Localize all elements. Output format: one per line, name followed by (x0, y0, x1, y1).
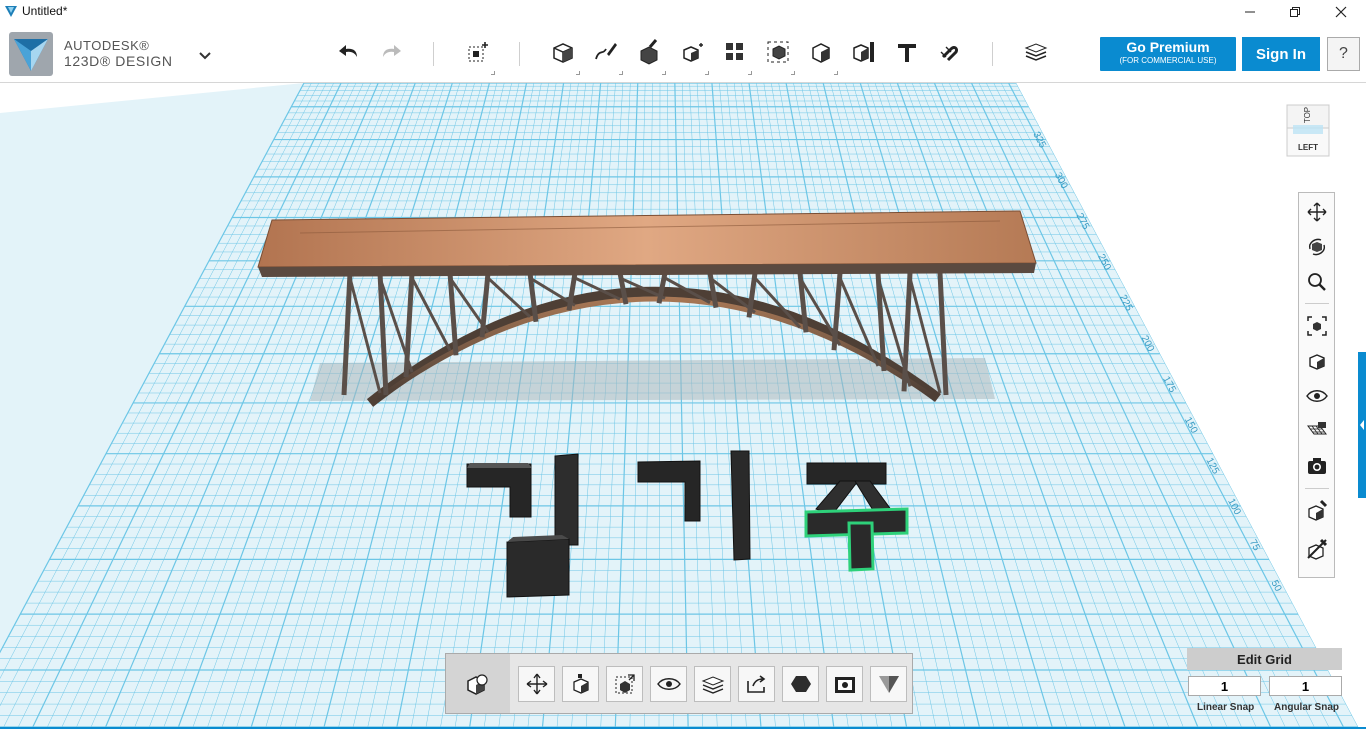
combine-button[interactable] (761, 35, 795, 75)
pattern-button[interactable] (675, 35, 709, 75)
toolbar-divider (519, 42, 520, 66)
selection-menu-button[interactable] (446, 654, 510, 713)
smart-scale-icon[interactable] (562, 666, 599, 702)
help-button[interactable]: ? (1327, 37, 1360, 71)
linear-snap-label: Linear Snap (1197, 702, 1255, 713)
view-cube[interactable]: TOP LEFT (1283, 100, 1333, 162)
scale-icon[interactable] (606, 666, 643, 702)
camera-icon[interactable] (1304, 453, 1330, 479)
go-premium-button[interactable]: Go Premium (FOR COMMERCIAL USE) (1100, 37, 1236, 71)
redo-button[interactable] (374, 35, 408, 69)
undo-button[interactable] (332, 35, 366, 69)
scene-canvas[interactable]: 5075100125150175200225250275300325 (0, 83, 1366, 727)
side-panel-toggle[interactable] (1358, 352, 1366, 498)
brand-line-1: AUTODESK® (64, 38, 150, 53)
grid-panel: Edit Grid Linear Snap Angular Snap (1187, 648, 1342, 716)
meshmixer-icon[interactable] (870, 666, 907, 702)
restore-icon[interactable] (1272, 0, 1318, 23)
grid-view-icon[interactable] (1304, 417, 1330, 443)
navigation-bar (1298, 192, 1335, 578)
material-layers-icon[interactable] (694, 666, 731, 702)
sign-in-button[interactable]: Sign In (1242, 37, 1320, 71)
move-icon[interactable] (518, 666, 555, 702)
magnet-button[interactable] (933, 35, 967, 69)
app-icon (4, 4, 18, 23)
minimize-icon[interactable] (1227, 0, 1273, 23)
context-toolbar (445, 653, 913, 714)
edit-grid-button[interactable]: Edit Grid (1187, 648, 1342, 670)
materials-button[interactable] (1019, 35, 1053, 69)
export-icon[interactable] (738, 666, 775, 702)
sketch-button[interactable] (546, 35, 580, 75)
brand-line-2: 123D® DESIGN (64, 53, 173, 69)
views-icon[interactable] (1304, 348, 1330, 374)
grouping-button[interactable] (718, 35, 752, 75)
fit-view-icon[interactable] (1304, 313, 1330, 339)
angular-snap-input[interactable] (1269, 676, 1342, 696)
modify-button[interactable] (632, 35, 666, 75)
3d-viewport[interactable]: 50 75 100 125 150 175 200 225 250 275 300 325 (0, 83, 1366, 727)
construct-button[interactable] (589, 35, 623, 75)
premium-label: Go Premium (1126, 39, 1210, 55)
snapshot-icon[interactable] (826, 666, 863, 702)
primitives-button[interactable] (461, 35, 495, 75)
main-toolbar: AUTODESK® 123D® DESIGN Go Premium (FOR C… (0, 23, 1366, 83)
premium-sublabel: (FOR COMMERCIAL USE) (1119, 56, 1217, 65)
visibility-icon[interactable] (1304, 383, 1330, 409)
chevron-down-icon[interactable] (198, 48, 212, 66)
snap-button[interactable] (847, 35, 881, 69)
toolbar-divider (992, 42, 993, 66)
viewcube-left-label: LEFT (1298, 143, 1318, 152)
solid-hexagon-icon[interactable] (782, 666, 819, 702)
viewcube-top-label: TOP (1303, 107, 1312, 123)
material-paint-icon[interactable] (1304, 497, 1330, 523)
angular-snap-label: Angular Snap (1274, 702, 1340, 713)
zoom-icon[interactable] (1304, 269, 1330, 295)
window-title: Untitled* (22, 4, 68, 18)
linear-snap-input[interactable] (1188, 676, 1261, 696)
pan-icon[interactable] (1304, 199, 1330, 225)
app-logo[interactable] (8, 31, 54, 82)
close-icon[interactable] (1318, 0, 1364, 23)
orbit-icon[interactable] (1304, 234, 1330, 260)
hide-material-icon[interactable] (1304, 536, 1330, 562)
text-tool-button[interactable] (890, 35, 924, 69)
visibility-toggle-icon[interactable] (650, 666, 687, 702)
title-bar: Untitled* (0, 0, 1366, 23)
measure-button[interactable] (804, 35, 838, 75)
toolbar-divider (433, 42, 434, 66)
